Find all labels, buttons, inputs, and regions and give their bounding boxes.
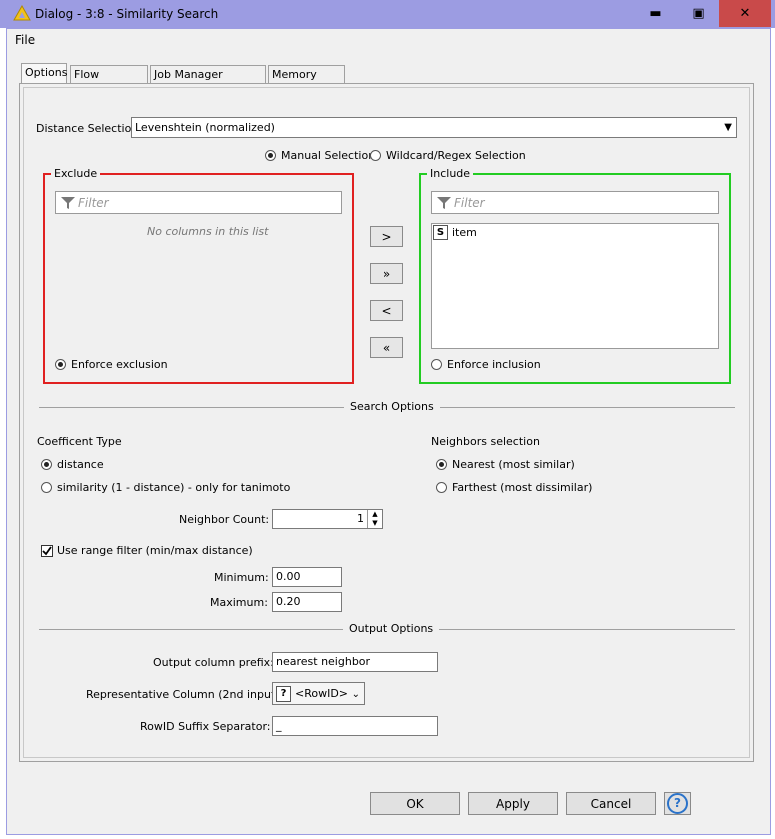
maximize-button[interactable]: ▣ — [676, 0, 721, 27]
coef-distance-radio[interactable] — [41, 459, 52, 470]
dialog-window: File Options Flow Variables Job Manager … — [6, 28, 771, 835]
exclude-empty-text: No columns in this list — [147, 225, 269, 238]
neighbor-count-label: Neighbor Count: — [179, 513, 270, 526]
output-options-title: Output Options — [343, 622, 440, 635]
maximum-input[interactable]: 0.20 — [272, 592, 342, 612]
farthest-label: Farthest (most dissimilar) — [452, 481, 593, 494]
apply-button[interactable]: Apply — [468, 792, 558, 815]
menu-file[interactable]: File — [15, 33, 35, 47]
distance-selection-value: Levenshtein (normalized) — [135, 121, 275, 134]
string-type-icon: S — [433, 225, 448, 240]
use-range-checkbox[interactable] — [41, 545, 53, 557]
close-icon: ✕ — [739, 6, 751, 21]
coef-similarity-label: similarity (1 - distance) - only for tan… — [57, 481, 291, 494]
exclude-group: Exclude Filter No columns in this list E… — [43, 167, 354, 384]
tab-memory-policy[interactable]: Memory Policy — [268, 65, 345, 99]
help-button[interactable]: ? — [664, 792, 691, 815]
exclude-title: Exclude — [51, 167, 101, 180]
title-bar: Dialog - 3:8 - Similarity Search ▬ ▣ ✕ — [0, 0, 775, 28]
include-title: Include — [427, 167, 474, 180]
output-prefix-label: Output column prefix: — [153, 656, 274, 669]
coef-distance-label: distance — [57, 458, 104, 471]
add-button[interactable]: > — [370, 226, 403, 247]
manual-selection-radio[interactable] — [265, 150, 276, 161]
wildcard-selection-radio[interactable] — [370, 150, 381, 161]
chevron-down-icon: ⌄ — [351, 689, 360, 700]
nearest-label: Nearest (most similar) — [452, 458, 575, 471]
wildcard-selection-label: Wildcard/Regex Selection — [386, 149, 526, 162]
neighbor-count-value: 1 — [357, 512, 364, 525]
search-options-title: Search Options — [344, 400, 440, 413]
close-button[interactable]: ✕ — [719, 0, 771, 27]
farthest-radio[interactable] — [436, 482, 447, 493]
coefficient-type-label: Coefficent Type — [37, 435, 122, 448]
tab-options[interactable]: Options — [21, 63, 67, 84]
nearest-radio[interactable] — [436, 459, 447, 470]
chevron-left-icon: < — [381, 303, 392, 318]
remove-all-button[interactable]: « — [370, 337, 403, 358]
chevron-right-icon: > — [381, 229, 392, 244]
include-group: Include Filter S item Enforce inclusion — [419, 167, 731, 384]
tab-job-manager-selection[interactable]: Job Manager Selection — [150, 65, 266, 99]
distance-selection-label: Distance Selection: — [36, 122, 142, 135]
tab-flow-variables[interactable]: Flow Variables — [70, 65, 148, 99]
include-list[interactable]: S item — [431, 223, 719, 349]
exclude-filter-input[interactable]: Filter — [55, 191, 342, 214]
double-chevron-right-icon: » — [382, 266, 391, 281]
spinner-arrows-icon[interactable]: ▲ ▼ — [367, 510, 382, 528]
add-all-button[interactable]: » — [370, 263, 403, 284]
cancel-button[interactable]: Cancel — [566, 792, 656, 815]
manual-selection-label: Manual Selection — [281, 149, 376, 162]
double-chevron-left-icon: « — [382, 340, 391, 355]
enforce-exclusion-label: Enforce exclusion — [71, 358, 168, 371]
minimize-icon: ▬ — [649, 6, 662, 21]
minimum-input[interactable]: 0.00 — [272, 567, 342, 587]
enforce-exclusion-radio[interactable] — [55, 359, 66, 370]
representative-column-label: Representative Column (2nd input): — [86, 688, 284, 701]
neighbors-selection-label: Neighbors selection — [431, 435, 540, 448]
remove-button[interactable]: < — [370, 300, 403, 321]
help-icon: ? — [667, 793, 688, 814]
distance-selection-dropdown[interactable]: Levenshtein (normalized) ▼ — [131, 117, 737, 138]
window-title: Dialog - 3:8 - Similarity Search — [35, 7, 219, 21]
chevron-down-icon: ▼ — [724, 122, 732, 133]
rowid-suffix-label: RowID Suffix Separator: — [140, 720, 271, 733]
minimum-label: Minimum: — [214, 571, 269, 584]
neighbor-count-spinner[interactable]: 1 ▲ ▼ — [272, 509, 383, 529]
rowid-suffix-input[interactable]: _ — [272, 716, 438, 736]
ok-button[interactable]: OK — [370, 792, 460, 815]
maximize-icon: ▣ — [692, 6, 705, 21]
representative-column-dropdown[interactable]: ? <RowID> ⌄ — [272, 682, 365, 705]
include-filter-placeholder: Filter — [454, 196, 485, 210]
enforce-inclusion-radio[interactable] — [431, 359, 442, 370]
maximum-label: Maximum: — [210, 596, 268, 609]
list-item-label: item — [452, 226, 477, 239]
list-item[interactable]: S item — [433, 225, 633, 240]
representative-column-value: <RowID> — [295, 687, 349, 700]
checkmark-icon — [42, 546, 52, 556]
filter-icon — [61, 197, 75, 209]
minimize-button[interactable]: ▬ — [633, 0, 678, 27]
options-panel: Distance Selection: Levenshtein (normali… — [19, 83, 754, 762]
output-prefix-input[interactable]: nearest neighbor — [272, 652, 438, 672]
enforce-inclusion-label: Enforce inclusion — [447, 358, 541, 371]
knime-warning-icon — [13, 5, 31, 21]
coef-similarity-radio[interactable] — [41, 482, 52, 493]
unknown-type-icon: ? — [276, 686, 291, 702]
use-range-label: Use range filter (min/max distance) — [57, 544, 253, 557]
filter-icon — [437, 197, 451, 209]
exclude-filter-placeholder: Filter — [78, 196, 109, 210]
include-filter-input[interactable]: Filter — [431, 191, 719, 214]
